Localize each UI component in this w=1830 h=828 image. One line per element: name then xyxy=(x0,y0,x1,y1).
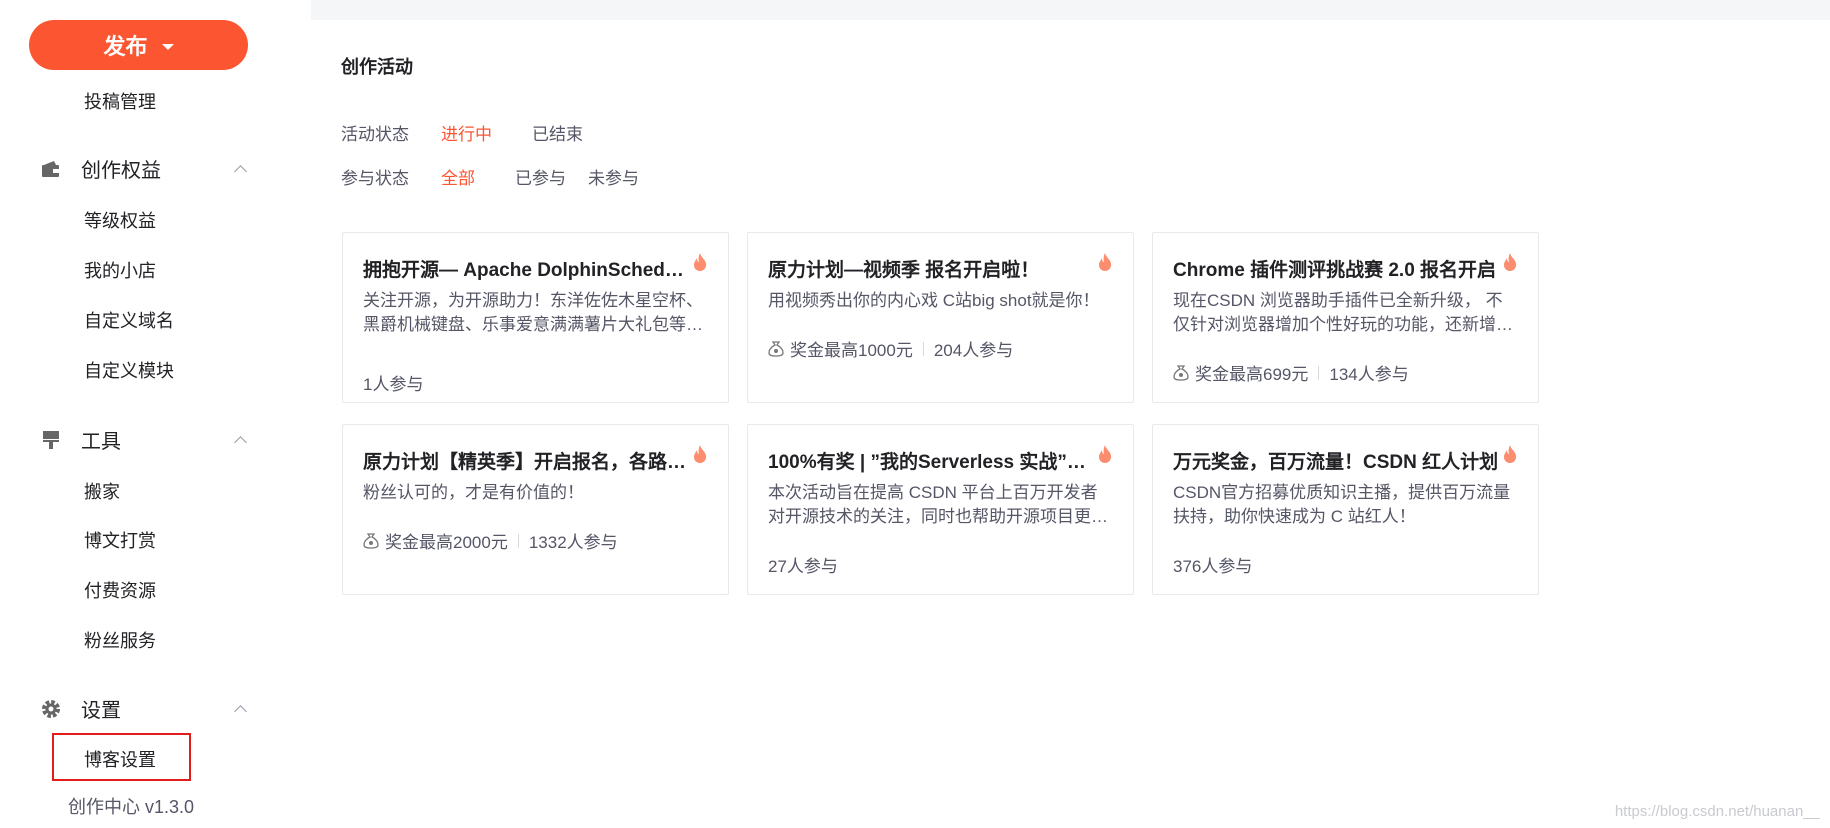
card-description: CSDN官方招募优质知识主播，提供百万流量扶持，助你快速成为 C 站红人！ xyxy=(1173,483,1511,526)
participant-count: 27人参与 xyxy=(768,557,838,576)
fire-icon xyxy=(1099,253,1112,271)
fire-icon xyxy=(694,445,707,463)
filter-participation-status: 参与状态 全部 已参与 未参与 xyxy=(341,164,661,189)
meta-divider xyxy=(1318,365,1320,380)
chevron-up-icon[interactable] xyxy=(234,164,247,178)
fire-icon xyxy=(1099,445,1112,463)
card-title[interactable]: 100%有奖 | ”我的Serverless 实战”征稿活动 xyxy=(768,447,1098,474)
main-content: 创作活动 活动状态 进行中 已结束 参与状态 全部 已参与 未参与 拥抱开源— … xyxy=(311,20,1830,828)
sidebar-item-paid-resources[interactable]: 付费资源 xyxy=(84,577,156,603)
card-meta: 奖金最高2000元 1332人参与 xyxy=(363,528,618,553)
filter-option-not-joined[interactable]: 未参与 xyxy=(588,164,639,189)
card-meta: 376人参与 xyxy=(1173,552,1252,577)
sidebar-item-custom-domain[interactable]: 自定义域名 xyxy=(84,307,174,333)
card-meta: 1人参与 xyxy=(363,370,423,395)
sidebar-group-label: 设置 xyxy=(81,700,121,722)
card-meta: 奖金最高1000元 204人参与 xyxy=(768,336,1013,361)
publish-label: 发布 xyxy=(103,34,148,59)
sidebar-item-submission-management[interactable]: 投稿管理 xyxy=(84,88,156,114)
participant-count: 1人参与 xyxy=(363,375,424,394)
prize-amount: 奖金最高1000元 xyxy=(790,341,913,360)
filter-activity-status: 活动状态 进行中 已结束 xyxy=(341,120,605,145)
chevron-up-icon[interactable] xyxy=(234,704,247,718)
sidebar-item-level-rights[interactable]: 等级权益 xyxy=(84,207,156,233)
participant-count: 376人参与 xyxy=(1173,557,1253,576)
fire-icon xyxy=(1504,445,1517,463)
card-description: 关注开源，为开源助力！东洋佐佐木星空杯、黑爵机械键盘、乐事爱意满满薯片大礼包等你… xyxy=(363,291,703,334)
activity-card[interactable]: 原力计划【精英季】开启报名，各路大神集结 粉丝认可的，才是有价值的！ 奖金最高2… xyxy=(342,424,729,595)
caret-down-icon[interactable] xyxy=(161,43,174,50)
filter-option-ended[interactable]: 已结束 xyxy=(532,120,583,145)
filter-label: 活动状态 xyxy=(341,125,409,144)
gear-icon xyxy=(40,698,62,720)
prize-bag-icon xyxy=(363,532,379,549)
participant-count: 1332人参与 xyxy=(528,533,618,552)
fire-icon xyxy=(1504,253,1517,271)
version-label: 创作中心 v1.3.0 xyxy=(68,797,195,817)
card-meta: 27人参与 xyxy=(768,552,838,577)
prize-bag-icon xyxy=(768,340,784,357)
filter-option-joined[interactable]: 已参与 xyxy=(515,164,566,189)
prize-bag-icon xyxy=(1173,364,1189,381)
page-title: 创作活动 xyxy=(341,57,413,77)
card-description: 用视频秀出你的内心戏 C站big shot就是你！ xyxy=(768,291,1100,310)
fire-icon xyxy=(694,253,707,271)
filter-option-all[interactable]: 全部 xyxy=(441,164,475,189)
card-description: 现在CSDN 浏览器助手插件已全新升级， 不仅针对浏览器增加个性好玩的功能，还新… xyxy=(1173,291,1513,334)
filter-label: 参与状态 xyxy=(341,169,409,188)
prize-amount: 奖金最高2000元 xyxy=(385,533,508,552)
sidebar-item-reward[interactable]: 博文打赏 xyxy=(84,527,156,553)
card-title[interactable]: Chrome 插件测评挑战赛 2.0 报名开启 xyxy=(1173,255,1503,282)
prize-amount: 奖金最高699元 xyxy=(1195,365,1309,384)
sidebar-item-my-shop[interactable]: 我的小店 xyxy=(84,257,156,283)
sidebar-item-blog-settings[interactable]: 博客设置 xyxy=(84,746,156,772)
activity-card[interactable]: 原力计划—视频季 报名开启啦！ 用视频秀出你的内心戏 C站big shot就是你… xyxy=(747,232,1134,403)
card-description: 粉丝认可的，才是有价值的！ xyxy=(363,483,584,502)
card-description: 本次活动旨在提高 CSDN 平台上百万开发者对开源技术的关注，同时也帮助开源项目… xyxy=(768,483,1108,526)
sidebar: 发布 投稿管理 创作权益 等级权益 我的小店 自定义域名 自定义模块 工具 搬家… xyxy=(0,0,311,828)
sidebar-group-creator-rights[interactable]: 创作权益 xyxy=(40,154,247,183)
sidebar-item-migrate[interactable]: 搬家 xyxy=(84,478,120,504)
sidebar-item-fan-service[interactable]: 粉丝服务 xyxy=(84,627,156,653)
sidebar-item-custom-module[interactable]: 自定义模块 xyxy=(84,357,174,383)
publish-button[interactable]: 发布 xyxy=(29,20,248,70)
card-meta: 奖金最高699元 134人参与 xyxy=(1173,360,1409,385)
card-title[interactable]: 拥抱开源— Apache DolphinScheduler xyxy=(363,255,693,282)
watermark-url: https://blog.csdn.net/huanan__ xyxy=(1614,803,1820,820)
activity-card[interactable]: 100%有奖 | ”我的Serverless 实战”征稿活动 本次活动旨在提高 … xyxy=(747,424,1134,595)
meta-divider xyxy=(517,533,519,548)
sidebar-group-label: 创作权益 xyxy=(81,160,161,182)
activity-card[interactable]: 万元奖金，百万流量！CSDN 红人计划 CSDN官方招募优质知识主播，提供百万流… xyxy=(1152,424,1539,595)
card-title[interactable]: 原力计划—视频季 报名开启啦！ xyxy=(768,255,1098,282)
participant-count: 204人参与 xyxy=(933,341,1014,360)
filter-option-ongoing[interactable]: 进行中 xyxy=(441,120,492,145)
chevron-up-icon[interactable] xyxy=(234,435,247,449)
wallet-icon xyxy=(40,158,62,180)
activity-card[interactable]: Chrome 插件测评挑战赛 2.0 报名开启 现在CSDN 浏览器助手插件已全… xyxy=(1152,232,1539,403)
activity-card[interactable]: 拥抱开源— Apache DolphinScheduler 关注开源，为开源助力… xyxy=(342,232,729,403)
sidebar-group-label: 工具 xyxy=(81,431,121,453)
participant-count: 134人参与 xyxy=(1329,365,1409,384)
card-title[interactable]: 万元奖金，百万流量！CSDN 红人计划 xyxy=(1173,447,1503,474)
card-title[interactable]: 原力计划【精英季】开启报名，各路大神集结 xyxy=(363,447,693,474)
brush-icon xyxy=(40,429,62,451)
sidebar-group-tools[interactable]: 工具 xyxy=(40,425,247,454)
meta-divider xyxy=(922,341,924,356)
sidebar-group-settings[interactable]: 设置 xyxy=(40,694,247,723)
